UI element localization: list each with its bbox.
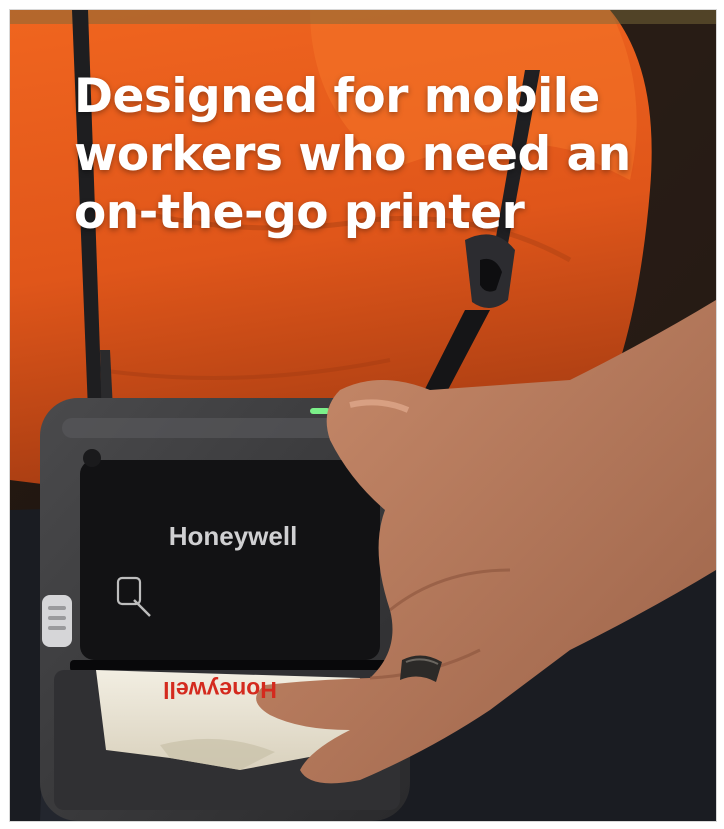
- printer-brand-label: Honeywell: [169, 521, 298, 551]
- video-frame: Honeywell Honeywell Designed for mobile …: [9, 9, 717, 822]
- headline-line-3: on-the-go printer: [74, 185, 525, 240]
- headline-line-1: Designed for mobile: [74, 69, 600, 124]
- headline: Designed for mobile workers who need an …: [74, 68, 674, 242]
- receipt-brand-text: Honeywell: [163, 677, 277, 703]
- headline-line-2: workers who need an: [74, 127, 631, 182]
